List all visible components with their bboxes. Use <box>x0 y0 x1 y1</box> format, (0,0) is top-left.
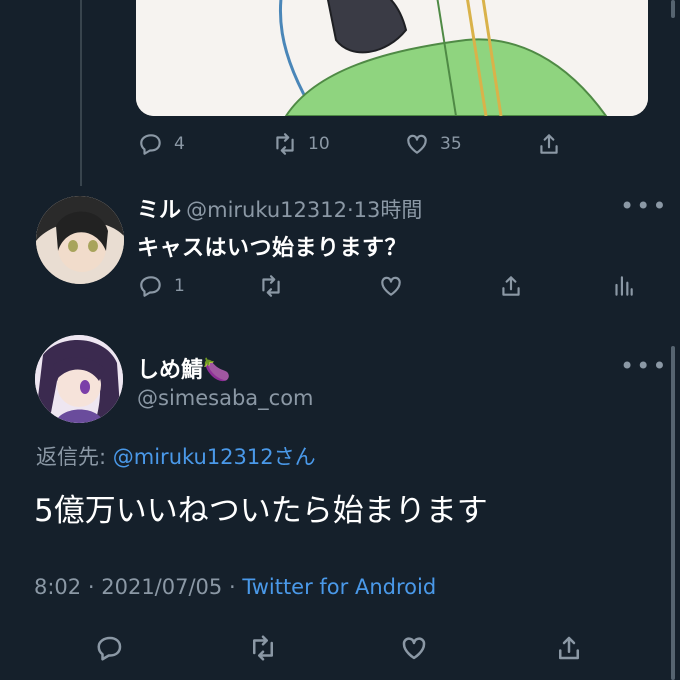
retweet-icon <box>276 133 294 155</box>
retweet-button[interactable] <box>248 633 278 663</box>
scrollbar-top[interactable] <box>671 0 675 18</box>
share-button[interactable] <box>554 633 584 663</box>
analytics-button[interactable] <box>610 273 636 299</box>
reply-to-link[interactable]: @miruku12312さん <box>113 445 316 469</box>
user-handle[interactable]: @simesaba_com <box>137 386 314 410</box>
reply-icon <box>140 276 161 297</box>
more-options-icon[interactable]: ••• <box>620 192 668 220</box>
retweet-button[interactable] <box>258 273 284 299</box>
retweet-count: 10 <box>308 134 330 154</box>
reply1-header: ミル @miruku12312·13時間 <box>137 192 422 224</box>
avatar-image <box>36 196 124 284</box>
tweet-text: キャスはいつ始まります？ <box>137 236 408 261</box>
display-name[interactable]: しめ鯖🍆 <box>137 352 230 384</box>
tweet-meta: 8:02 · 2021/07/05 · Twitter for Android <box>34 575 436 599</box>
share-button[interactable] <box>536 131 562 157</box>
avatar[interactable] <box>35 335 123 423</box>
reply-count: 4 <box>174 134 185 154</box>
more-options-icon[interactable]: ••• <box>620 352 668 380</box>
display-name[interactable]: ミル <box>137 198 181 223</box>
reply-count: 1 <box>174 276 185 296</box>
avatar-image <box>35 335 123 423</box>
reply-button[interactable]: 1 <box>138 273 185 299</box>
thread-line <box>80 0 82 186</box>
separator: · <box>87 575 95 599</box>
reply-button[interactable]: 4 <box>138 131 185 157</box>
heart-icon <box>402 637 426 660</box>
avatar[interactable] <box>36 196 124 284</box>
heart-icon <box>381 276 401 296</box>
like-button[interactable]: 35 <box>404 131 462 157</box>
illustration-image <box>136 0 648 116</box>
retweet-icon <box>253 635 273 661</box>
like-button[interactable] <box>399 633 429 663</box>
reply-button[interactable] <box>95 633 125 663</box>
tweet-date[interactable]: 2021/07/05 <box>101 575 222 599</box>
share-icon <box>540 134 558 154</box>
tweet-text: 5億万いいねついたら始まります <box>34 493 488 529</box>
share-button[interactable] <box>498 273 524 299</box>
heart-icon <box>407 134 427 154</box>
retweet-icon <box>262 275 280 297</box>
separator: · <box>228 575 236 599</box>
reply-context: 返信先: @miruku12312さん <box>36 441 316 471</box>
client-link[interactable]: Twitter for Android <box>242 575 436 599</box>
tweet-time[interactable]: 8:02 <box>34 575 81 599</box>
like-button[interactable] <box>378 273 404 299</box>
reply-label: 返信先: <box>36 445 107 469</box>
analytics-icon <box>615 276 633 296</box>
tweet-media-image[interactable] <box>136 0 648 116</box>
reply-icon <box>140 134 161 155</box>
share-icon <box>502 276 520 296</box>
retweet-button[interactable]: 10 <box>272 131 330 157</box>
user-handle[interactable]: @miruku12312 <box>186 198 347 222</box>
like-count: 35 <box>440 134 462 154</box>
separator: · <box>346 198 354 222</box>
reply-icon <box>97 636 122 661</box>
timestamp[interactable]: 13時間 <box>354 198 423 222</box>
share-icon <box>559 636 579 660</box>
scrollbar[interactable] <box>671 346 675 680</box>
